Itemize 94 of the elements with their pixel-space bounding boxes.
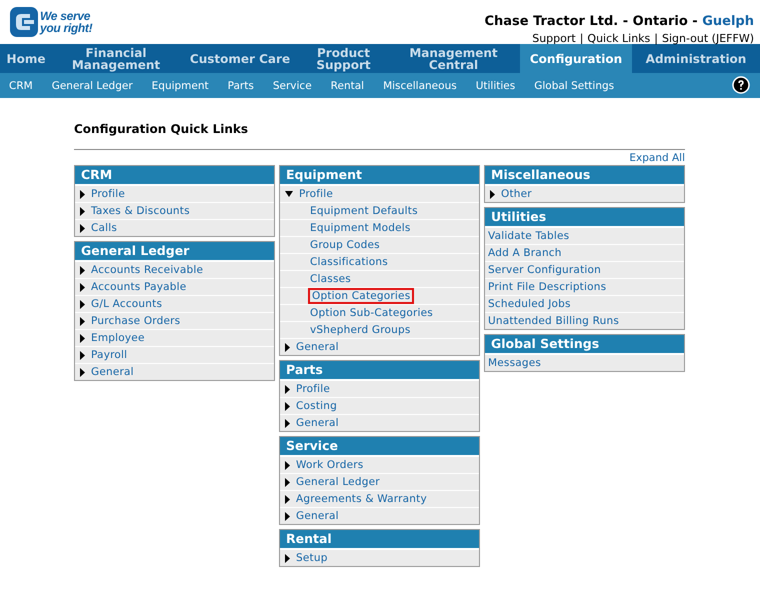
menu-link[interactable]: Print File Descriptions	[488, 281, 606, 293]
triangle-right-icon[interactable]	[80, 266, 85, 274]
nav-tab[interactable]: Product Support	[300, 44, 387, 73]
menu-link[interactable]: General	[91, 366, 134, 378]
panel-title: Rental	[280, 530, 479, 549]
triangle-right-icon[interactable]	[80, 316, 85, 326]
nav-tab[interactable]: Home	[0, 44, 52, 73]
panel-title: Parts	[280, 361, 479, 380]
separator: |	[580, 32, 584, 45]
nav-tab[interactable]: Configuration	[520, 44, 632, 73]
triangle-right-icon[interactable]	[80, 224, 85, 232]
menu-link[interactable]: General Ledger	[296, 476, 380, 488]
menu-link[interactable]: Accounts Receivable	[91, 264, 204, 276]
menu-link[interactable]: Classifications	[310, 256, 388, 268]
menu-link[interactable]: Setup	[296, 552, 328, 564]
triangle-right-icon[interactable]	[285, 384, 290, 394]
panel-title: Utilities	[485, 208, 684, 227]
subnav-link[interactable]: Global Settings	[534, 80, 614, 92]
panel-title: Service	[280, 437, 479, 456]
menu-link[interactable]: Validate Tables	[488, 230, 570, 242]
menu-link[interactable]: Other	[501, 188, 532, 200]
menu-link[interactable]: Work Orders	[296, 459, 364, 471]
menu-link[interactable]: Profile	[299, 188, 334, 200]
menu-link[interactable]: G/L Accounts	[91, 298, 162, 310]
menu-link[interactable]: Profile	[296, 383, 330, 395]
logo-icon	[10, 7, 38, 37]
menu-link[interactable]: Costing	[296, 400, 337, 412]
menu-link[interactable]: Profile	[91, 188, 126, 200]
panel-title: CRM	[75, 166, 274, 185]
triangle-right-icon[interactable]	[285, 512, 290, 520]
triangle-right-icon[interactable]	[80, 368, 85, 376]
menu-link[interactable]: Unattended Billing Runs	[488, 315, 619, 327]
menu-link[interactable]: Employee	[91, 332, 145, 344]
menu-link[interactable]: General	[296, 510, 339, 522]
panel-title: Miscellaneous	[485, 166, 684, 185]
triangle-right-icon[interactable]	[285, 494, 290, 504]
triangle-right-icon[interactable]	[285, 478, 290, 486]
separator: |	[654, 32, 658, 45]
menu-link[interactable]: Payroll	[91, 349, 128, 361]
header-link[interactable]: Support	[532, 32, 576, 45]
triangle-right-icon[interactable]	[285, 342, 290, 352]
nav-tab[interactable]: Customer Care	[180, 44, 300, 73]
triangle-right-icon[interactable]	[285, 554, 290, 562]
company-name: Chase Tractor Ltd. - Ontario -	[484, 14, 699, 29]
menu-link[interactable]: Group Codes	[310, 239, 380, 251]
menu-link[interactable]: vShepherd Groups	[310, 324, 411, 336]
menu-link[interactable]: Option Sub-Categories	[310, 307, 433, 319]
subnav-link[interactable]: Service	[272, 80, 312, 92]
page-title: Configuration Quick Links	[74, 122, 250, 136]
menu-link[interactable]: Add A Branch	[488, 247, 562, 259]
menu-link[interactable]: Messages	[488, 357, 542, 369]
branch-name: Guelph	[702, 14, 754, 29]
panel-title: General Ledger	[75, 242, 274, 261]
triangle-right-icon[interactable]	[490, 190, 495, 198]
menu-link[interactable]: General	[296, 417, 339, 429]
triangle-right-icon[interactable]	[285, 418, 290, 428]
menu-link[interactable]: Equipment Models	[310, 222, 411, 234]
menu-link[interactable]: Taxes & Discounts	[91, 205, 190, 217]
triangle-down-icon[interactable]	[285, 191, 293, 197]
triangle-right-icon[interactable]	[80, 282, 85, 292]
triangle-right-icon[interactable]	[80, 334, 85, 342]
subnav-link[interactable]: General Ledger	[52, 80, 133, 92]
menu-link[interactable]: Equipment Defaults	[310, 205, 418, 217]
menu-link[interactable]: Classes	[310, 273, 351, 285]
logo-tagline: We serve you right!	[40, 10, 94, 34]
subnav-link[interactable]: Rental	[330, 80, 364, 92]
subnav-link[interactable]: Parts	[228, 80, 254, 92]
menu-link[interactable]: General	[296, 341, 339, 353]
subnav-link[interactable]: Utilities	[476, 80, 516, 92]
menu-link[interactable]: Scheduled Jobs	[488, 298, 571, 310]
panel-title: Global Settings	[485, 335, 684, 354]
triangle-right-icon[interactable]	[285, 460, 290, 470]
subnav-link[interactable]: Miscellaneous	[383, 80, 457, 92]
triangle-right-icon[interactable]	[80, 206, 85, 216]
menu-link[interactable]: Agreements & Warranty	[296, 493, 427, 505]
menu-link[interactable]: Server Configuration	[488, 264, 601, 276]
menu-link[interactable]: Accounts Payable	[91, 281, 186, 293]
help-icon[interactable]	[732, 76, 750, 94]
header-link[interactable]: Quick Links	[587, 32, 650, 45]
triangle-right-icon[interactable]	[80, 190, 85, 198]
subnav-link[interactable]: CRM	[9, 80, 33, 92]
menu-link[interactable]: Option Categories	[310, 290, 412, 302]
triangle-right-icon[interactable]	[80, 300, 85, 308]
subnav-link[interactable]: Equipment	[152, 80, 209, 92]
menu-link[interactable]: Calls	[91, 222, 118, 234]
triangle-right-icon[interactable]	[285, 402, 290, 410]
panel-title: Equipment	[280, 166, 479, 185]
nav-tab[interactable]: Administration	[632, 44, 760, 73]
expand-all-link[interactable]: Expand All	[629, 152, 685, 164]
header-link[interactable]: Sign-out (JEFFW)	[662, 32, 754, 45]
nav-tab[interactable]: Financial Management	[52, 44, 180, 73]
triangle-right-icon[interactable]	[80, 350, 85, 360]
nav-tab[interactable]: Management Central	[387, 44, 520, 73]
menu-link[interactable]: Purchase Orders	[91, 315, 180, 327]
